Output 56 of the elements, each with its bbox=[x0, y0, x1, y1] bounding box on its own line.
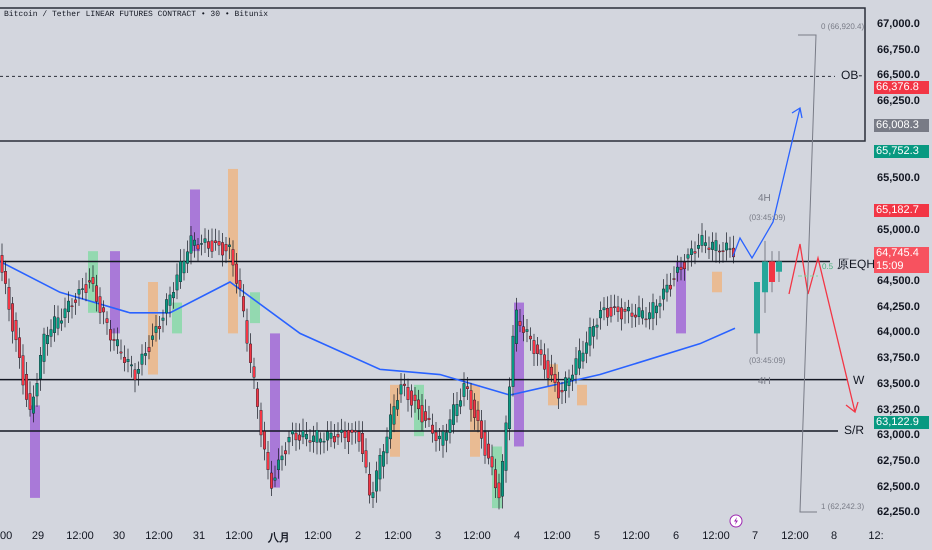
level-label: S/R bbox=[844, 424, 864, 436]
price-label: 65,500.0 bbox=[877, 173, 920, 184]
level-label: 原EQH bbox=[837, 258, 876, 270]
price-label: 62,750.0 bbox=[877, 456, 920, 467]
price-label: 66,750.0 bbox=[877, 44, 920, 56]
price-label: 63,000.0 bbox=[877, 430, 920, 442]
time-label: 12:00 bbox=[622, 530, 650, 542]
timeframe-label: 4H bbox=[758, 194, 771, 204]
price-label: 62,500.0 bbox=[877, 482, 920, 493]
time-label: 00 bbox=[0, 530, 12, 542]
time-label: 6 bbox=[672, 530, 680, 542]
price-badge: 65,182.7 bbox=[874, 204, 929, 217]
price-label: 63,250.0 bbox=[877, 404, 920, 416]
fib-level-label: 1 (62,242.3) bbox=[821, 503, 864, 511]
time-label: 12:00 bbox=[702, 530, 730, 542]
price-label: 66,250.0 bbox=[877, 96, 920, 108]
time-label: 12:00 bbox=[225, 530, 253, 542]
price-badge: 66,008.3 bbox=[874, 118, 929, 132]
price-badge: 66,376.8 bbox=[874, 81, 929, 94]
time-label: 12:00 bbox=[304, 530, 332, 542]
price-label: 65,000.0 bbox=[877, 224, 920, 236]
time-label: 2 bbox=[354, 530, 362, 542]
time-label: 4 bbox=[514, 530, 520, 542]
time-label: 8 bbox=[830, 530, 838, 542]
time-label: 5 bbox=[594, 530, 600, 542]
time-label: 31 bbox=[192, 530, 206, 542]
countdown-label: (03:45:09) bbox=[749, 357, 786, 365]
time-label: 12:00 bbox=[463, 530, 491, 542]
price-badge: 64,745.4 15:09 bbox=[874, 246, 929, 273]
price-label: 66,500.0 bbox=[877, 70, 920, 82]
price-label: 64,000.0 bbox=[877, 327, 920, 338]
level-label: OB- bbox=[841, 69, 862, 81]
time-label: 12:00 bbox=[543, 530, 571, 542]
time-label: 3 bbox=[434, 530, 442, 542]
price-label: 63,500.0 bbox=[877, 378, 920, 390]
price-badge: 65,752.3 bbox=[874, 145, 929, 158]
time-label: 12: bbox=[868, 530, 884, 542]
price-label: 67,000.0 bbox=[877, 19, 920, 30]
time-label: 29 bbox=[32, 530, 44, 542]
price-label: 64,500.0 bbox=[877, 276, 920, 287]
time-label: 7 bbox=[752, 530, 758, 542]
time-label: 12:00 bbox=[781, 530, 809, 542]
time-label: 30 bbox=[112, 530, 126, 542]
time-label: 12:00 bbox=[384, 530, 412, 542]
fib-level-label: 0 (66,920.4) bbox=[821, 23, 864, 31]
time-label: 12:00 bbox=[145, 530, 173, 542]
price-label: 62,250.0 bbox=[877, 507, 920, 518]
price-label: 64,250.0 bbox=[877, 302, 920, 313]
fib-level-label: 0.5 bbox=[822, 263, 834, 271]
price-label: 63,750.0 bbox=[877, 353, 920, 364]
time-label: 12:00 bbox=[66, 530, 94, 542]
price-badge: 63,122.9 bbox=[874, 416, 929, 429]
chart-title: Bitcoin / Tether LINEAR FUTURES CONTRACT • 30 • Bitunix bbox=[4, 10, 268, 19]
lightning-icon[interactable] bbox=[729, 514, 743, 528]
level-label: W bbox=[853, 374, 864, 386]
time-label: 八月 bbox=[268, 531, 290, 545]
